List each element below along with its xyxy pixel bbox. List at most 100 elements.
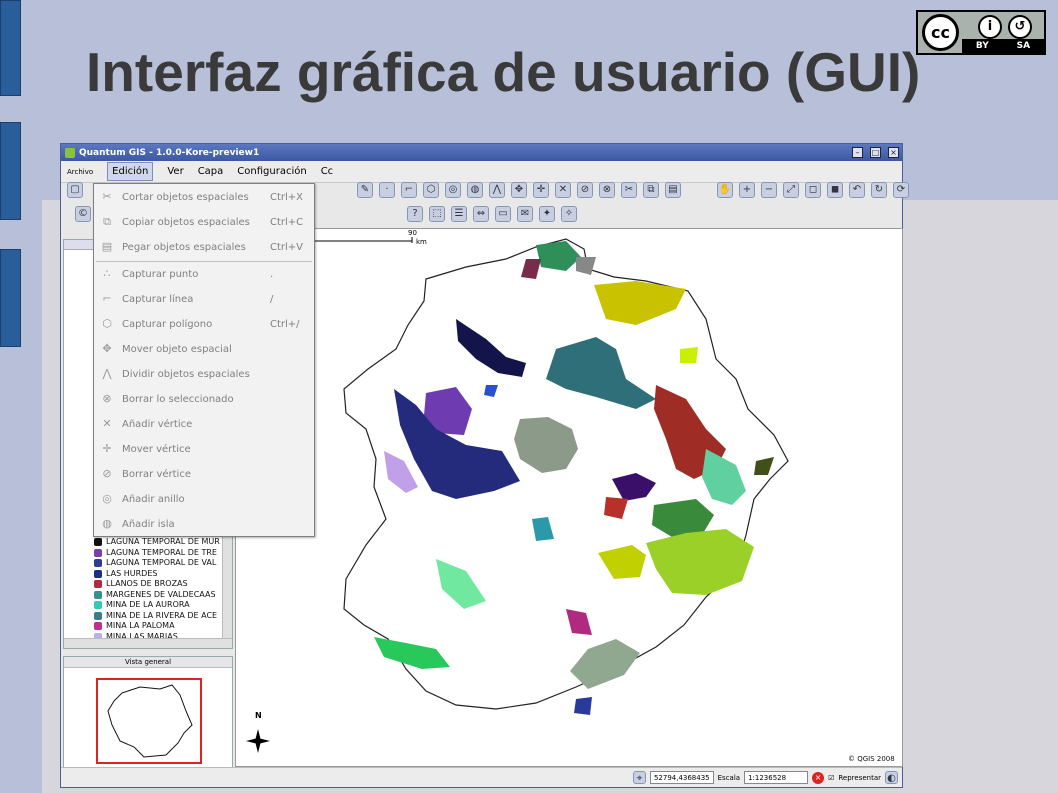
measure-area-icon[interactable]: ▭ [495,206,511,222]
menu-capa[interactable]: Capa [198,166,224,177]
menu-item-add-island[interactable]: ◍ Añadir isla [94,513,314,535]
attribution-icon: i [978,15,1002,39]
menu-item-add-ring[interactable]: ◎ Añadir anillo [94,488,314,510]
legend-item[interactable]: MINA DE LA AURORA [94,600,220,611]
north-arrow-label: N [255,711,262,720]
legend-item[interactable]: LAGUNA TEMPORAL DE MUR [94,537,220,548]
map-canvas[interactable]: 90 km N © QGIS 2008 [235,228,903,767]
legend-horizontal-scrollbar[interactable] [64,638,232,648]
legend-swatch [94,548,102,557]
copyright-icon[interactable]: © [75,206,91,222]
stop-render-icon[interactable]: × [812,771,825,784]
menu-item-split-features[interactable]: ⋀ Dividir objetos espaciales [94,363,314,385]
add-island-icon[interactable]: ◍ [467,182,483,198]
legend-item[interactable]: LLANOS DE BROZAS [94,579,220,590]
menu-complementos[interactable]: Cc [321,166,333,177]
refresh-icon[interactable]: ↻ [871,182,887,198]
attribute-table-icon[interactable]: ☰ [451,206,467,222]
add-vertex-icon[interactable]: ✕ [555,182,571,198]
overview-extent-frame[interactable] [96,678,202,764]
legend-swatch [94,622,102,631]
scale-input[interactable]: 1:1236528 [744,771,809,784]
close-icon[interactable]: × [888,147,899,158]
measure-line-icon[interactable]: ⇔ [473,206,489,222]
legend-item[interactable]: MINA DE LA RIVERA DE ACE [94,611,220,622]
split-feature-icon[interactable]: ⋀ [489,182,505,198]
legend-item[interactable]: LAGUNA TEMPORAL DE TRE [94,548,220,559]
overview-panel: Vista general [63,656,233,768]
add-island-icon: ◍ [102,517,112,530]
new-bookmark-icon[interactable]: ✦ [539,206,555,222]
menu-item-add-vertex[interactable]: ✕ Añadir vértice [94,413,314,435]
minimize-icon[interactable]: – [852,147,863,158]
license-by: BY [975,41,989,51]
add-ring-icon[interactable]: ◎ [445,182,461,198]
projection-icon[interactable]: ◐ [885,771,898,784]
new-project-icon[interactable]: ▢ [67,182,83,198]
legend-item[interactable]: MARGENES DE VALDECAAS [94,590,220,601]
legend-label: MINA DE LA AURORA [106,600,190,609]
map-navigation-toolbar: ✋ + − ⤢ ◻ ◼ ↶ ↻ ⟳ [717,178,909,202]
menu-item-delete-selected[interactable]: ⊗ Borrar lo seleccionado [94,388,314,410]
capture-polygon-icon[interactable]: ⬡ [423,182,439,198]
menu-edicion[interactable]: Edición [107,162,154,181]
legend-item[interactable]: MINA LA PALOMA [94,621,220,632]
slide-title: Interfaz gráfica de usuario (GUI) [86,41,921,103]
qgis-logo-icon [65,147,75,158]
zoom-last-icon[interactable]: ↶ [849,182,865,198]
digitizing-toolbar: ✎ · ⌐ ⬡ ◎ ◍ ⋀ ✥ ✛ ✕ ⊘ ⊗ ✂ ⧉ ▤ [357,178,681,202]
menu-ver[interactable]: Ver [167,166,183,177]
cut-icon[interactable]: ✂ [621,182,637,198]
move-feature-icon[interactable]: ✥ [511,182,527,198]
paste-icon[interactable]: ▤ [665,182,681,198]
maximize-icon[interactable]: □ [870,147,881,158]
render-label: Representar [838,773,881,782]
legend-swatch [94,601,102,610]
identify-icon[interactable]: ? [407,206,423,222]
legend-label: MINA LA PALOMA [106,621,175,630]
zoom-in-icon[interactable]: + [739,182,755,198]
menu-item-delete-vertex[interactable]: ⊘ Borrar vértice [94,463,314,485]
zoom-layer-icon[interactable]: ◼ [827,182,843,198]
legend-item[interactable]: LAGUNA TEMPORAL DE VAL [94,558,220,569]
capture-line-icon[interactable]: ⌐ [401,182,417,198]
pan-icon[interactable]: ✋ [717,182,733,198]
menu-item-move-vertex[interactable]: ✛ Mover vértice [94,438,314,460]
render-checkbox[interactable]: ☑ [828,774,834,782]
split-feature-icon: ⋀ [102,367,112,380]
menu-item-capture-polygon[interactable]: ⬡ Capturar polígono Ctrl+/ [94,313,314,335]
map-tips-icon[interactable]: ⟳ [893,182,909,198]
legend-label: LAS HURDES [106,568,158,578]
menu-item-capture-point[interactable]: ∴ Capturar punto . [94,263,314,285]
menu-item-move-feature[interactable]: ✥ Mover objeto espacial [94,338,314,360]
zoom-out-icon[interactable]: − [761,182,777,198]
select-features-icon[interactable]: ⬚ [429,206,445,222]
edit-pencil-icon[interactable]: ✎ [357,182,373,198]
legend-item[interactable]: LAS HURDES [94,569,220,580]
license-strip: BY SA [962,39,1044,53]
menu-item-cut[interactable]: ✂ Cortar objetos espaciales Ctrl+X [94,186,314,208]
add-vertex-icon: ✕ [102,417,112,430]
show-bookmarks-icon[interactable]: ✧ [561,206,577,222]
menu-item-capture-line[interactable]: ⌐ Capturar línea / [94,288,314,310]
statusbar: ⌖ 52794,4368435 Escala 1:1236528 × ☑ Rep… [61,767,902,787]
delete-selected-icon[interactable]: ⊗ [599,182,615,198]
zoom-selection-icon[interactable]: ◻ [805,182,821,198]
menu-item-paste[interactable]: ▤ Pegar objetos espaciales Ctrl+V [94,236,314,258]
capture-point-icon[interactable]: · [379,182,395,198]
mouse-coords-icon[interactable]: ⌖ [632,771,646,784]
menu-archivo[interactable]: Archivo [67,168,93,176]
qgis-copyright-label: © QGIS 2008 [848,755,895,763]
menu-item-copy[interactable]: ⧉ Copiar objetos espaciales Ctrl+C [94,211,314,233]
zoom-full-icon[interactable]: ⤢ [783,182,799,198]
map-tips-bubble-icon[interactable]: ✉ [517,206,533,222]
delete-vertex-icon: ⊘ [102,467,112,480]
scissors-icon: ✂ [102,190,112,203]
move-vertex-icon[interactable]: ✛ [533,182,549,198]
delete-vertex-icon[interactable]: ⊘ [577,182,593,198]
copy-icon[interactable]: ⧉ [643,182,659,198]
legend-label: LAGUNA TEMPORAL DE VAL [106,558,217,567]
overview-title: Vista general [64,657,232,668]
plugins-toolbar: © [75,202,91,226]
menu-configuracion[interactable]: Configuración [237,166,306,177]
